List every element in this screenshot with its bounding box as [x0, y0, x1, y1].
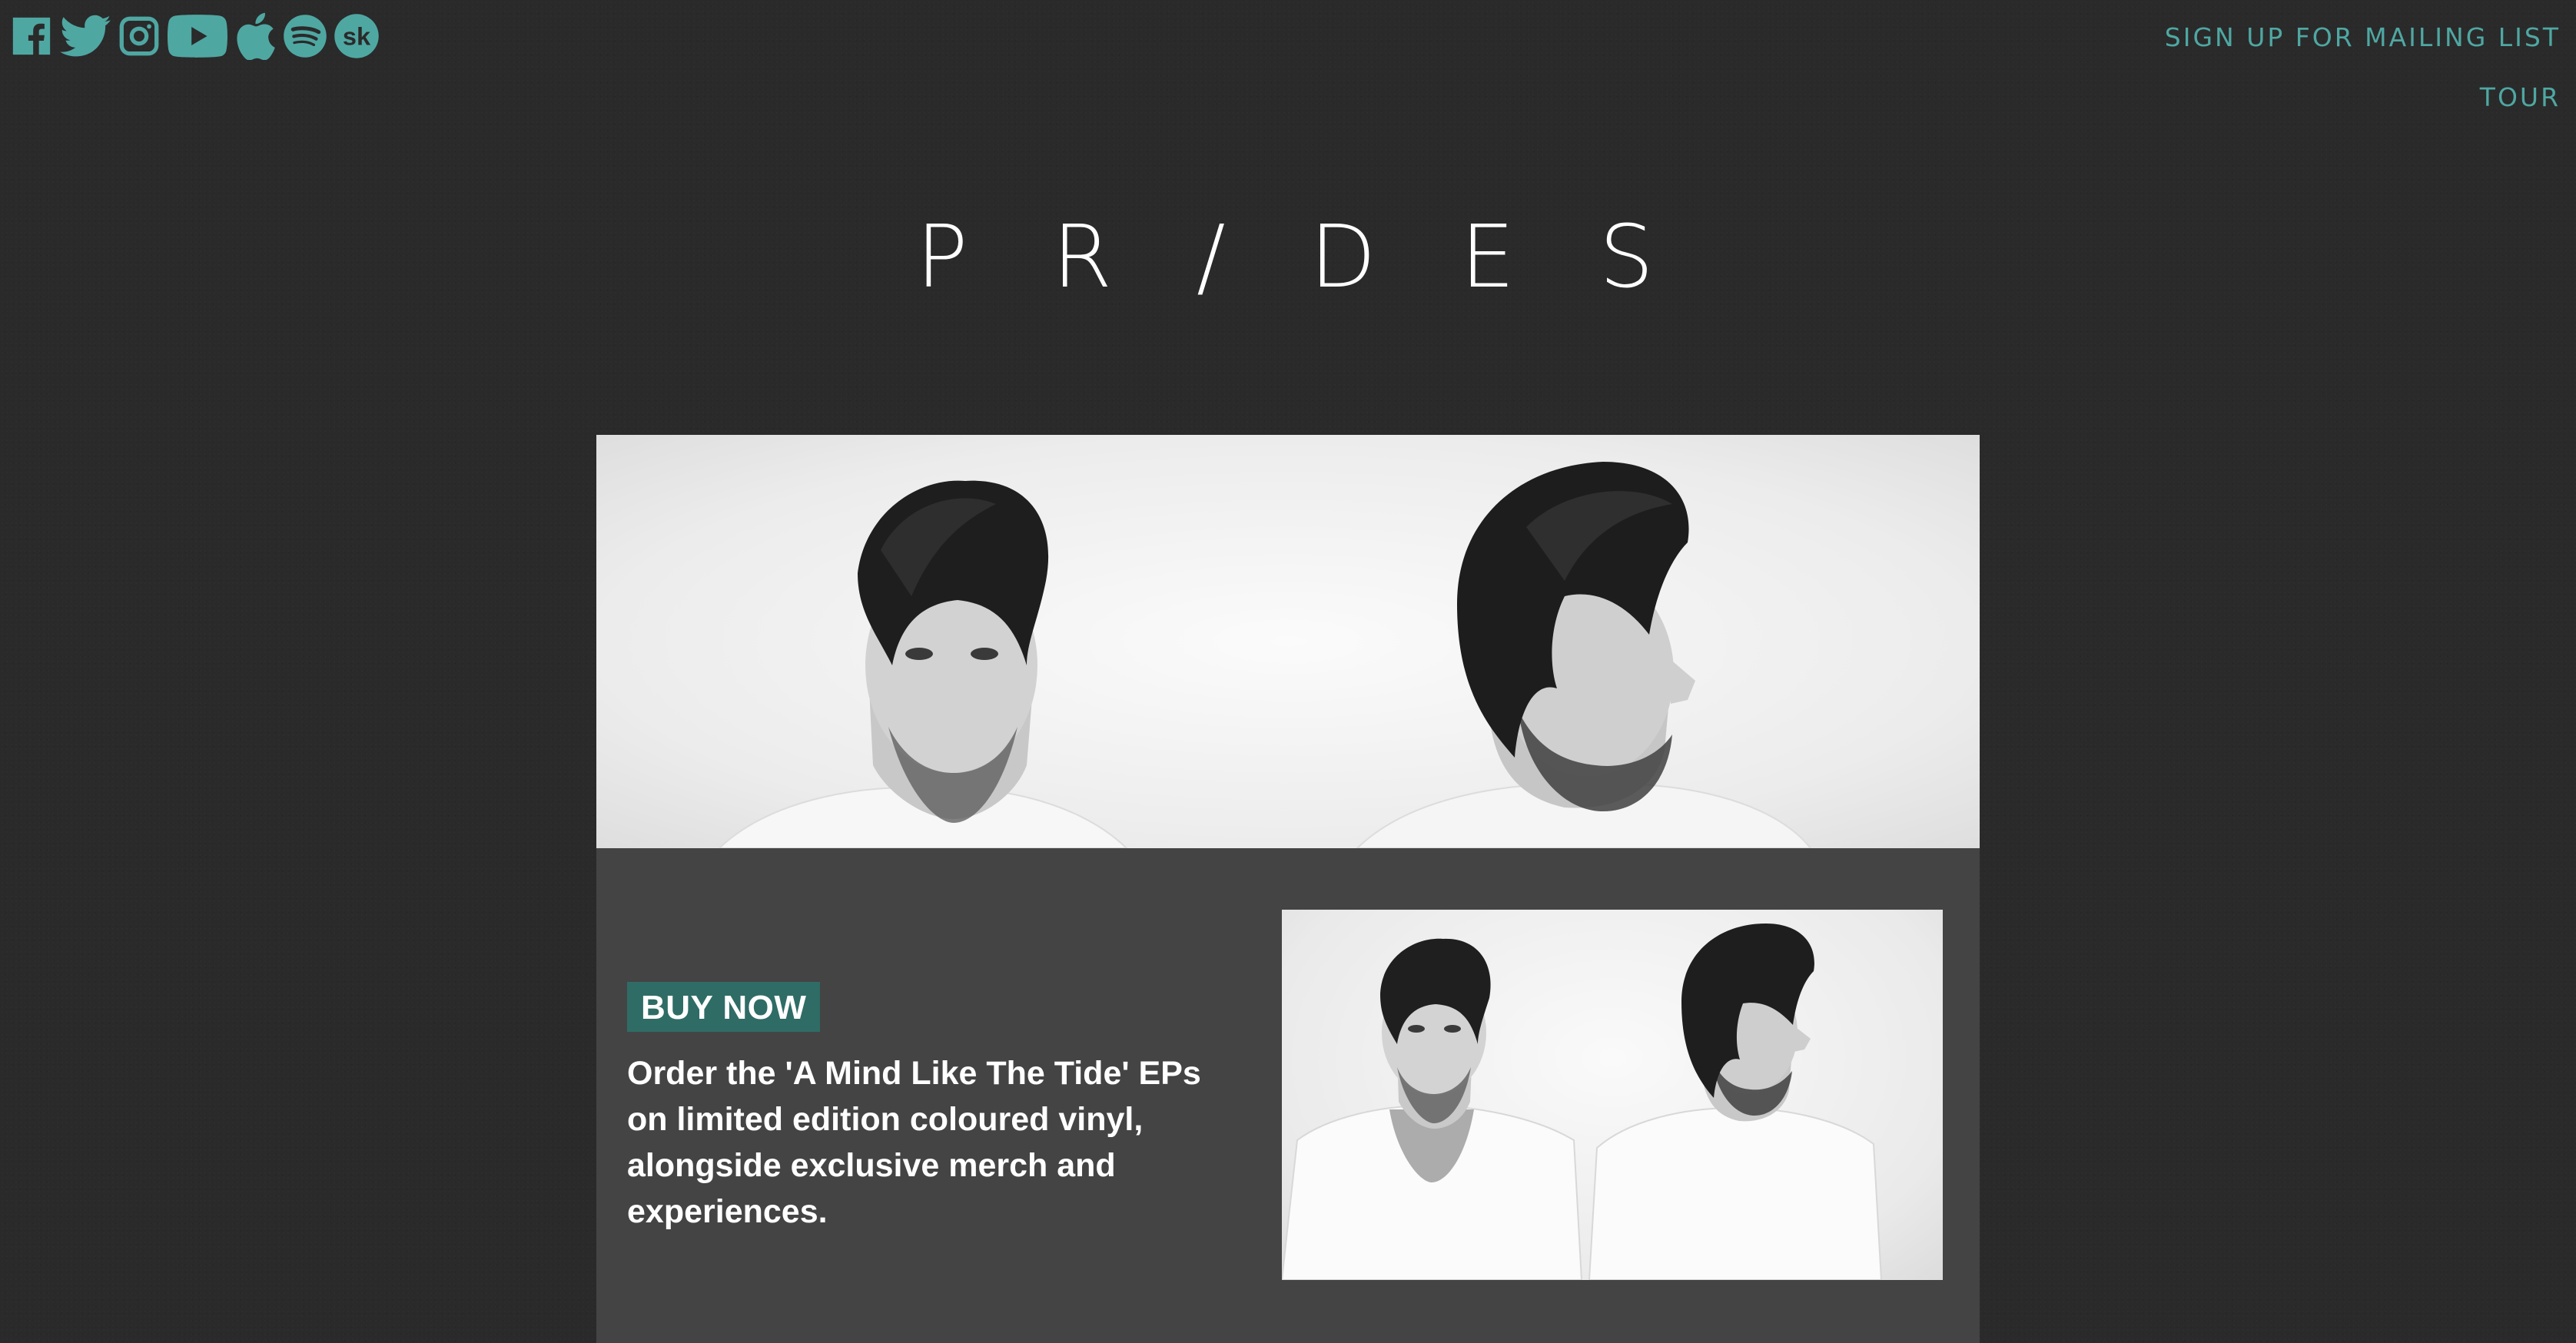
band-member-right	[1588, 924, 1883, 1280]
twitter-icon[interactable]	[60, 14, 111, 58]
promo-card: BUY NOW Order the 'A Mind Like The Tide'…	[596, 435, 1980, 1343]
band-member-right	[1356, 462, 1812, 848]
band-member-left	[1282, 938, 1583, 1280]
hero-band-photo	[596, 435, 1980, 848]
promo-cta: BUY NOW Order the 'A Mind Like The Tide'…	[627, 982, 1227, 1235]
logo-letter: D	[1310, 207, 1376, 307]
songkick-icon[interactable]: sk	[334, 13, 380, 59]
promo-description: Order the 'A Mind Like The Tide' EPs on …	[627, 1055, 1201, 1230]
ep-promo-photo[interactable]	[1282, 910, 1943, 1280]
band-logo: P R / D E S	[916, 207, 1654, 307]
top-navigation: SIGN UP FOR MAILING LIST TOUR	[2165, 8, 2561, 128]
logo-letter: /	[1196, 207, 1226, 307]
youtube-icon[interactable]	[168, 14, 227, 58]
spotify-icon[interactable]	[283, 14, 327, 58]
buy-now-button[interactable]: BUY NOW	[627, 982, 821, 1032]
instagram-icon[interactable]	[117, 14, 161, 58]
mailing-list-link[interactable]: SIGN UP FOR MAILING LIST	[2165, 8, 2561, 68]
logo-letter: E	[1460, 207, 1515, 307]
tour-link[interactable]: TOUR	[2165, 68, 2561, 128]
facebook-icon[interactable]	[9, 14, 54, 58]
songkick-glyph: sk	[343, 23, 371, 51]
logo-letter: P	[916, 207, 968, 307]
logo-letter: R	[1052, 207, 1113, 307]
band-member-left	[718, 480, 1128, 848]
apple-icon[interactable]	[234, 12, 277, 60]
logo-letter: S	[1598, 207, 1654, 307]
social-icons: sk	[9, 9, 380, 63]
